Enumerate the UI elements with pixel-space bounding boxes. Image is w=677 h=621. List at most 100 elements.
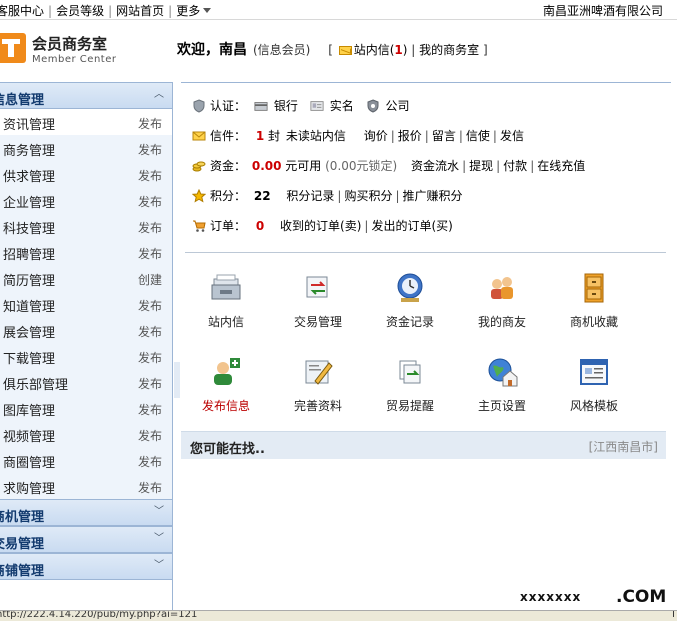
nav-separator: | [168, 4, 173, 18]
sidebar: 信息管理 ︿ 资讯管理发布商务管理发布供求管理发布企业管理发布科技管理发布招聘管… [0, 82, 173, 610]
message-link[interactable]: 留言 [432, 129, 456, 143]
online-recharge-link[interactable]: 在线充值 [537, 159, 585, 173]
tile-style-templates[interactable]: 风格模板 [549, 355, 639, 425]
welcome-text: 欢迎，南昌 [177, 42, 247, 58]
nav-more-menu[interactable]: 更多 [176, 2, 212, 19]
pay-link[interactable]: 付款 [503, 159, 527, 173]
tile-opportunity-favorites[interactable]: 商机收藏 [549, 271, 639, 341]
funds-flow-link[interactable]: 资金流水 [411, 159, 459, 173]
edit-profile-icon [305, 360, 333, 385]
sidebar-item-action-link[interactable]: 发布 [138, 141, 162, 158]
clock-dial-icon [397, 273, 423, 302]
chevron-down-icon[interactable]: ﹀ [154, 561, 164, 571]
unread-messages-link[interactable]: 未读站内信 [286, 129, 346, 143]
logo-subtitle: Member Center [32, 54, 117, 65]
sidebar-item[interactable]: 简历管理 创建 [0, 265, 172, 291]
sidebar-item[interactable]: 俱乐部管理 发布 [0, 369, 172, 395]
auth-company-link[interactable]: 公司 [386, 99, 410, 113]
trade-exchange-icon [306, 276, 328, 298]
sidebar-item-action-link[interactable]: 创建 [138, 271, 162, 288]
tile-homepage-settings[interactable]: 主页设置 [457, 355, 547, 425]
withdraw-link[interactable]: 提现 [469, 159, 493, 173]
tile-trade-management[interactable]: 交易管理 [273, 271, 363, 341]
sidebar-item-action-link[interactable]: 发布 [138, 297, 162, 314]
sidebar-section-info-management[interactable]: 信息管理 ︿ [0, 82, 172, 109]
tile-funds-record[interactable]: 资金记录 [365, 271, 455, 341]
my-office-link[interactable]: 我的商务室 [419, 43, 479, 57]
sidebar-item-label: 简历管理 [3, 274, 56, 289]
tile-my-friends[interactable]: 我的商友 [457, 271, 547, 341]
cart-icon [193, 220, 206, 232]
tile-complete-profile[interactable]: 完善资料 [273, 355, 363, 425]
tile-trade-reminder[interactable]: 贸易提醒 [365, 355, 455, 425]
points-record-link[interactable]: 积分记录 [286, 189, 334, 203]
received-orders-link[interactable]: 收到的订单(卖) [280, 219, 361, 233]
sidebar-section-trade-management[interactable]: 交易管理 ﹀ [0, 526, 172, 553]
sidebar-item-action-link[interactable]: 发布 [138, 193, 162, 210]
sidebar-item[interactable]: 供求管理 发布 [0, 161, 172, 187]
nav-service-center-link[interactable]: 客服中心 [0, 2, 44, 19]
nav-member-level-link[interactable]: 会员等级 [56, 2, 104, 19]
sidebar-item[interactable]: 商圈管理 发布 [0, 447, 172, 473]
sidebar-item[interactable]: 企业管理 发布 [0, 187, 172, 213]
auth-bank-link[interactable]: 银行 [274, 99, 298, 113]
sidebar-section-business-management[interactable]: 商机管理 ﹀ [0, 499, 172, 526]
quote-link[interactable]: 报价 [398, 129, 422, 143]
sidebar-item-label: 展会管理 [3, 326, 56, 341]
inquiry-link[interactable]: 询价 [364, 129, 388, 143]
send-mail-link[interactable]: 发信 [500, 129, 524, 143]
earn-points-link[interactable]: 推广赚积分 [403, 189, 463, 203]
chevron-down-icon[interactable]: ﹀ [154, 534, 164, 544]
orders-links: 收到的订单(卖) | 发出的订单(买) [280, 219, 453, 233]
points-links: 积分记录 | 购买积分 | 推广赚积分 [286, 189, 463, 203]
sent-orders-link[interactable]: 发出的订单(买) [371, 219, 452, 233]
chevron-up-icon[interactable]: ︿ [154, 90, 164, 100]
sidebar-item[interactable]: 视频管理 发布 [0, 421, 172, 447]
sidebar-item[interactable]: 下载管理 发布 [0, 343, 172, 369]
nav-more-label: 更多 [176, 4, 201, 18]
sidebar-item[interactable]: 招聘管理 发布 [0, 239, 172, 265]
sidebar-item-label: 下载管理 [3, 352, 56, 367]
sidebar-item-action-link[interactable]: 发布 [138, 245, 162, 262]
sidebar-item[interactable]: 求购管理 发布 [0, 473, 172, 499]
sidebar-item-action-link[interactable]: 发布 [138, 427, 162, 444]
sidebar-item[interactable]: 知道管理 发布 [0, 291, 172, 317]
sidebar-item-action-link[interactable]: 发布 [138, 219, 162, 236]
sidebar-item[interactable]: 商务管理 发布 [0, 135, 172, 161]
sidebar-collapse-handle[interactable] [174, 362, 180, 398]
sidebar-item-action-link[interactable]: 发布 [138, 167, 162, 184]
sidebar-item[interactable]: 图库管理 发布 [0, 395, 172, 421]
sidebar-item[interactable]: 资讯管理 发布 [0, 109, 172, 135]
browser-status-bar: http://222.4.14.220/pub/my.php?ai=121 I [0, 610, 677, 621]
sidebar-item[interactable]: 科技管理 发布 [0, 213, 172, 239]
chevron-down-icon[interactable]: ﹀ [154, 507, 164, 517]
sidebar-item-label: 供求管理 [3, 170, 56, 185]
template-window-icon [580, 359, 608, 385]
messenger-link[interactable]: 信使 [466, 129, 490, 143]
sidebar-item-action-link[interactable]: 发布 [138, 323, 162, 340]
auth-realname-link[interactable]: 实名 [330, 99, 354, 113]
tile-inbox[interactable]: 站内信 [181, 271, 271, 341]
nav-home-link[interactable]: 网站首页 [116, 2, 164, 19]
sidebar-item-label: 视频管理 [3, 430, 56, 445]
sidebar-item-action-link[interactable]: 发布 [138, 453, 162, 470]
auth-label: 认证： [210, 99, 247, 113]
company-name[interactable]: 南昌亚洲啤酒有限公司 [543, 2, 663, 19]
funds-row: 资金： 0.00 元可用 (0.00元锁定) 资金流水 | 提现 | 付款 | 在线充值 [192, 157, 587, 177]
sidebar-section-shop-management[interactable]: 商铺管理 ﹀ [0, 553, 172, 580]
sidebar-item-action-link[interactable]: 发布 [138, 375, 162, 392]
auth-row: 认证： 银行 实名 公司 [192, 97, 412, 117]
sidebar-item-action-link[interactable]: 发布 [138, 115, 162, 132]
status-url: http://222.4.14.220/pub/my.php?ai=121 [0, 610, 198, 620]
sidebar-item-action-link[interactable]: 发布 [138, 401, 162, 418]
sidebar-item-action-link[interactable]: 发布 [138, 349, 162, 366]
tile-publish-info[interactable]: 发布信息 [181, 355, 271, 425]
suggestions-location[interactable]: [江西南昌市] [589, 438, 658, 455]
inbox-link[interactable]: 站内信(1) [354, 43, 408, 57]
sidebar-item-action-link[interactable]: 发布 [138, 479, 162, 496]
buy-points-link[interactable]: 购买积分 [344, 189, 392, 203]
tile-label: 主页设置 [477, 399, 526, 413]
watermark: xxxxxxx .COM [512, 584, 677, 610]
sidebar-item[interactable]: 展会管理 发布 [0, 317, 172, 343]
tile-label: 资金记录 [385, 315, 434, 329]
